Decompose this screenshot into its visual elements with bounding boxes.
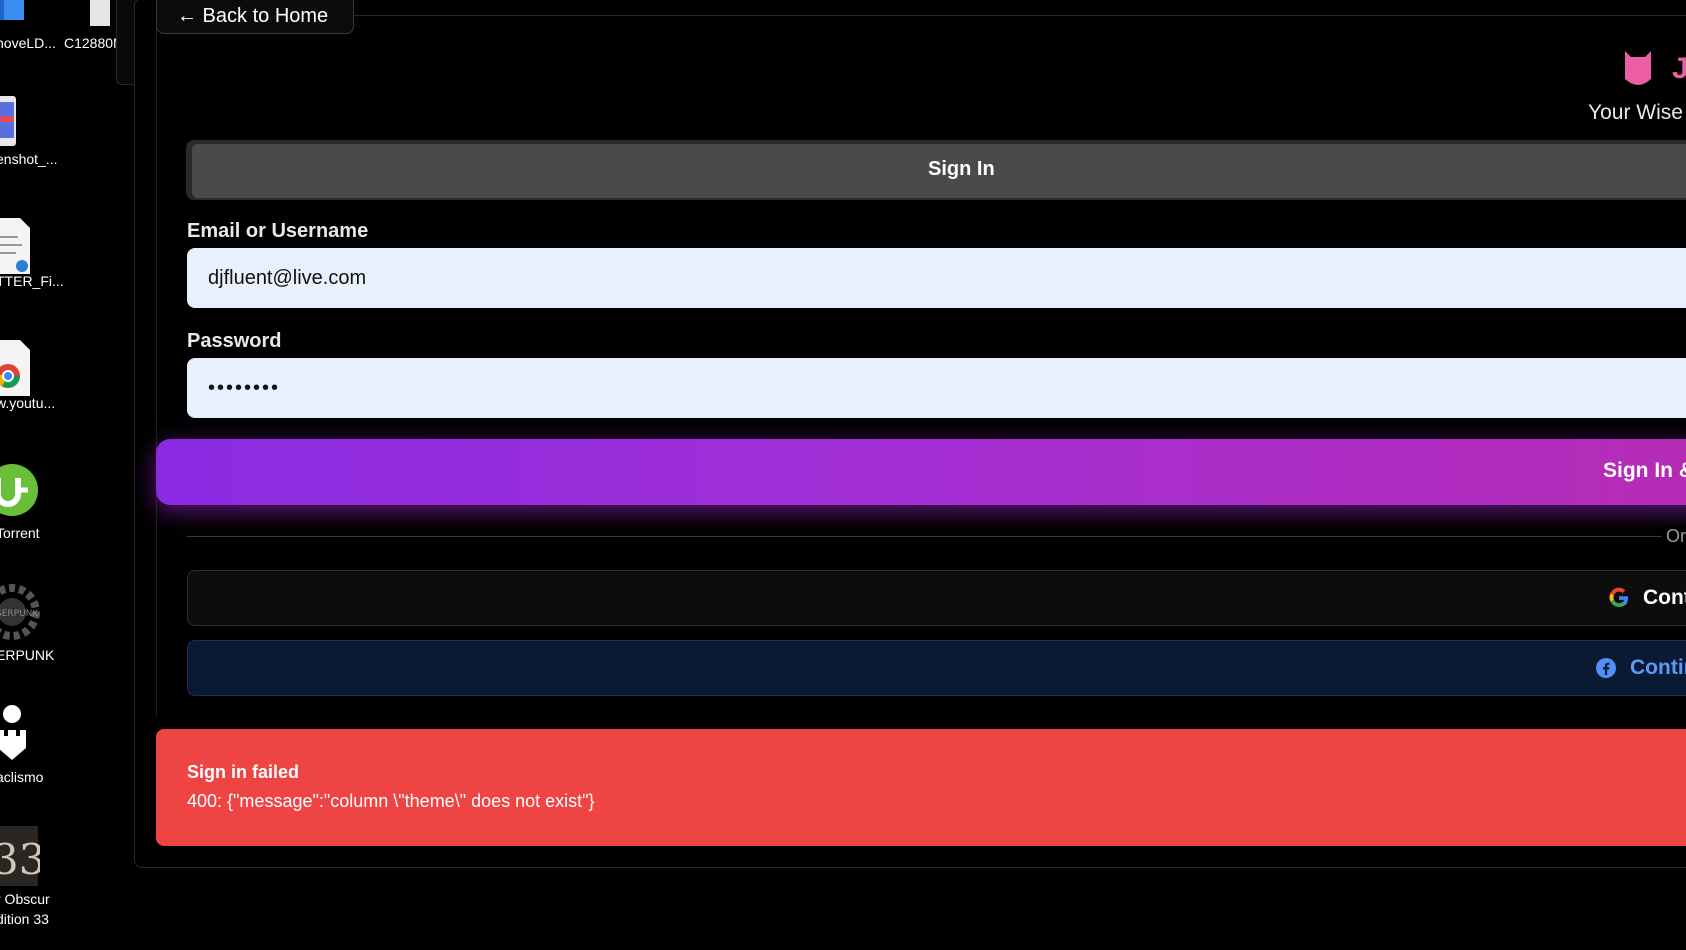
tab-sign-in[interactable]: Sign In <box>192 144 1686 198</box>
background-window-edge <box>116 0 135 85</box>
error-title: Sign in failed <box>187 762 300 782</box>
svg-text:SERPUNK: SERPUNK <box>0 609 39 619</box>
facebook-button-label: Contin <box>1630 656 1686 679</box>
utorrent-icon <box>0 460 44 516</box>
desktop-icon-label: enshot_... <box>0 151 58 167</box>
svg-text:33: 33 <box>0 835 40 884</box>
password-field[interactable]: •••••••• <box>187 358 1686 418</box>
submit-label: Sign In & <box>1603 459 1686 482</box>
error-toast: Sign in failed 400: {"message":"column \… <box>156 729 1686 846</box>
google-signin-button[interactable]: Cont <box>187 570 1686 626</box>
chrome-shortcut-icon <box>0 340 44 396</box>
desktop-icon-label: r Obscur <box>0 891 50 907</box>
desktop-icon-label: TTER_Fi... <box>0 273 64 289</box>
desktop-icon-label: w.youtu... <box>0 395 56 411</box>
facebook-icon <box>1595 657 1617 679</box>
header-divider <box>156 15 1686 16</box>
file-icon <box>90 0 110 26</box>
vscode-file-icon <box>0 218 44 274</box>
sign-in-submit-button[interactable]: Sign In & <box>156 439 1686 505</box>
error-message: 400: {"message":"column \"theme\" does n… <box>187 791 595 811</box>
brand-tagline: Your Wise <box>1588 101 1683 124</box>
brand-name: J <box>1672 52 1686 85</box>
desktop-icon-label: noveLD... <box>0 35 56 51</box>
gear-logo-icon: SERPUNK <box>0 582 44 640</box>
google-button-label: Cont <box>1643 586 1686 609</box>
desktop-icon-label: ERPUNK <box>0 647 55 663</box>
back-to-home-button[interactable]: ← Back to Home <box>156 0 354 34</box>
email-label: Email or Username <box>187 220 369 242</box>
tab-sign-in-label: Sign In <box>928 158 995 180</box>
password-label: Password <box>187 330 282 352</box>
google-icon <box>1608 587 1630 609</box>
tower-figure-icon <box>0 704 44 760</box>
facebook-signin-button[interactable]: Contin <box>187 640 1686 696</box>
expedition33-icon: 33 <box>0 826 45 886</box>
or-divider <box>187 536 1686 537</box>
desktop-icon-label: aclismo <box>0 769 44 785</box>
desktop-icon-label: Torrent <box>0 525 40 541</box>
or-divider-text: Or <box>1662 526 1686 547</box>
owl-logo-icon <box>1621 49 1655 89</box>
email-field[interactable]: djfluent@live.com <box>187 248 1686 308</box>
image-file-icon <box>0 96 44 146</box>
desktop-icon-label: dition 33 <box>0 911 49 927</box>
